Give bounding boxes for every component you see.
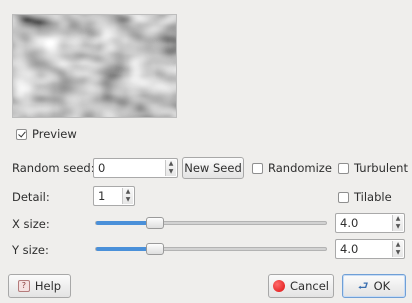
- randomize-toggle[interactable]: Randomize: [252, 161, 332, 175]
- random-seed-spinner[interactable]: ▲ ▼: [165, 160, 176, 176]
- ok-label: OK: [373, 279, 391, 293]
- detail-input[interactable]: 1 ▲ ▼: [93, 186, 135, 206]
- y-size-spinner[interactable]: ▲ ▼: [392, 241, 403, 257]
- tilable-label: Tilable: [354, 190, 392, 204]
- y-size-input[interactable]: 4.0 ▲ ▼: [335, 239, 405, 259]
- y-size-label-row: Y size:: [12, 243, 49, 257]
- help-label: Help: [34, 279, 62, 293]
- tilable-toggle[interactable]: Tilable: [338, 190, 392, 204]
- x-size-label-row: X size:: [12, 217, 50, 231]
- detail-label-row: Detail:: [12, 190, 50, 204]
- y-size-label: Y size:: [12, 243, 49, 257]
- randomize-checkbox[interactable]: [252, 162, 263, 174]
- spin-up-icon[interactable]: ▲: [123, 188, 133, 196]
- spin-up-icon[interactable]: ▲: [166, 160, 176, 168]
- cancel-icon: [273, 280, 286, 292]
- spin-up-icon[interactable]: ▲: [393, 215, 403, 223]
- random-seed-value: 0: [98, 161, 106, 175]
- x-size-spinner[interactable]: ▲ ▼: [392, 215, 403, 231]
- help-icon: ?: [17, 280, 30, 292]
- y-size-value: 4.0: [340, 242, 359, 256]
- preview-toggle[interactable]: Preview: [16, 127, 77, 141]
- solid-noise-dialog: Preview Random seed: 0 ▲ ▼ New Seed Rand…: [0, 0, 412, 303]
- ok-icon: ⮐: [357, 279, 369, 293]
- spin-down-icon[interactable]: ▼: [166, 168, 176, 176]
- turbulent-checkbox[interactable]: [338, 162, 349, 174]
- cancel-button[interactable]: Cancel: [268, 274, 334, 298]
- x-size-label: X size:: [12, 217, 50, 231]
- spin-down-icon[interactable]: ▼: [393, 223, 403, 231]
- spin-down-icon[interactable]: ▼: [123, 196, 133, 204]
- turbulent-label: Turbulent: [354, 161, 408, 175]
- turbulent-toggle[interactable]: Turbulent: [338, 161, 408, 175]
- x-size-slider[interactable]: [95, 221, 327, 225]
- new-seed-button[interactable]: New Seed: [182, 157, 244, 179]
- ok-button[interactable]: ⮐ OK: [342, 274, 406, 298]
- preview-checkbox[interactable]: [16, 128, 27, 140]
- tilable-checkbox[interactable]: [338, 191, 349, 203]
- random-seed-label-row: Random seed:: [12, 161, 95, 175]
- spin-up-icon[interactable]: ▲: [393, 241, 403, 249]
- x-size-value: 4.0: [340, 216, 359, 230]
- new-seed-label: New Seed: [184, 161, 242, 175]
- x-size-slider-handle[interactable]: [146, 217, 164, 229]
- spin-down-icon[interactable]: ▼: [393, 249, 403, 257]
- y-size-slider-handle[interactable]: [146, 243, 164, 255]
- cancel-label: Cancel: [290, 279, 329, 293]
- y-size-slider[interactable]: [95, 247, 327, 251]
- randomize-label: Randomize: [268, 161, 332, 175]
- detail-spinner[interactable]: ▲ ▼: [122, 188, 133, 204]
- detail-label: Detail:: [12, 190, 50, 204]
- x-size-input[interactable]: 4.0 ▲ ▼: [335, 213, 405, 233]
- preview-image: [12, 14, 177, 118]
- help-button[interactable]: ? Help: [8, 274, 71, 298]
- preview-label: Preview: [32, 127, 77, 141]
- random-seed-input[interactable]: 0 ▲ ▼: [93, 158, 178, 178]
- random-seed-label: Random seed:: [12, 161, 95, 175]
- detail-value: 1: [98, 189, 106, 203]
